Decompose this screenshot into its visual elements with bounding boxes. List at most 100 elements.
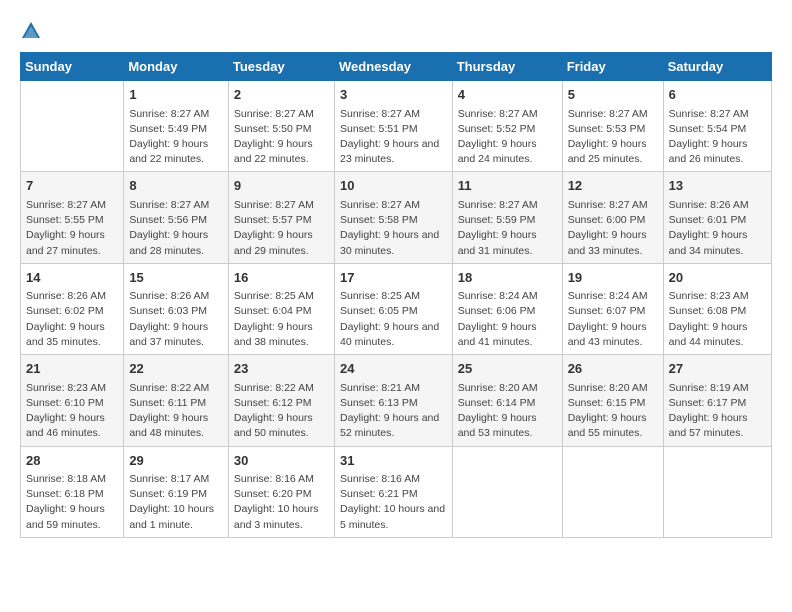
cell-content: Sunrise: 8:16 AMSunset: 6:20 PMDaylight:… [234,472,329,533]
day-number: 11 [458,176,557,196]
cell-content: Sunrise: 8:18 AMSunset: 6:18 PMDaylight:… [26,472,118,533]
week-row-4: 21Sunrise: 8:23 AMSunset: 6:10 PMDayligh… [21,355,772,446]
weekday-header-saturday: Saturday [663,53,771,81]
calendar-cell: 23Sunrise: 8:22 AMSunset: 6:12 PMDayligh… [228,355,334,446]
day-number: 1 [129,85,223,105]
cell-content: Sunrise: 8:26 AMSunset: 6:03 PMDaylight:… [129,289,223,350]
cell-content: Sunrise: 8:20 AMSunset: 6:14 PMDaylight:… [458,381,557,442]
cell-content: Sunrise: 8:20 AMSunset: 6:15 PMDaylight:… [568,381,658,442]
week-row-2: 7Sunrise: 8:27 AMSunset: 5:55 PMDaylight… [21,172,772,263]
day-number: 4 [458,85,557,105]
calendar-cell: 5Sunrise: 8:27 AMSunset: 5:53 PMDaylight… [562,81,663,172]
logo [20,20,46,42]
calendar-cell: 13Sunrise: 8:26 AMSunset: 6:01 PMDayligh… [663,172,771,263]
cell-content: Sunrise: 8:27 AMSunset: 5:52 PMDaylight:… [458,107,557,168]
day-number: 25 [458,359,557,379]
day-number: 18 [458,268,557,288]
day-number: 26 [568,359,658,379]
cell-content: Sunrise: 8:27 AMSunset: 5:58 PMDaylight:… [340,198,447,259]
day-number: 12 [568,176,658,196]
calendar-cell: 3Sunrise: 8:27 AMSunset: 5:51 PMDaylight… [334,81,452,172]
day-number: 7 [26,176,118,196]
calendar-cell: 21Sunrise: 8:23 AMSunset: 6:10 PMDayligh… [21,355,124,446]
day-number: 8 [129,176,223,196]
cell-content: Sunrise: 8:19 AMSunset: 6:17 PMDaylight:… [669,381,766,442]
calendar-cell: 18Sunrise: 8:24 AMSunset: 6:06 PMDayligh… [452,263,562,354]
cell-content: Sunrise: 8:27 AMSunset: 5:59 PMDaylight:… [458,198,557,259]
cell-content: Sunrise: 8:27 AMSunset: 5:57 PMDaylight:… [234,198,329,259]
cell-content: Sunrise: 8:26 AMSunset: 6:02 PMDaylight:… [26,289,118,350]
day-number: 10 [340,176,447,196]
calendar-cell: 25Sunrise: 8:20 AMSunset: 6:14 PMDayligh… [452,355,562,446]
weekday-header-friday: Friday [562,53,663,81]
calendar-cell: 2Sunrise: 8:27 AMSunset: 5:50 PMDaylight… [228,81,334,172]
weekday-header-monday: Monday [124,53,229,81]
calendar-cell: 17Sunrise: 8:25 AMSunset: 6:05 PMDayligh… [334,263,452,354]
calendar-cell [21,81,124,172]
cell-content: Sunrise: 8:23 AMSunset: 6:08 PMDaylight:… [669,289,766,350]
calendar-cell: 15Sunrise: 8:26 AMSunset: 6:03 PMDayligh… [124,263,229,354]
day-number: 22 [129,359,223,379]
day-number: 21 [26,359,118,379]
cell-content: Sunrise: 8:24 AMSunset: 6:07 PMDaylight:… [568,289,658,350]
cell-content: Sunrise: 8:27 AMSunset: 6:00 PMDaylight:… [568,198,658,259]
calendar-cell: 11Sunrise: 8:27 AMSunset: 5:59 PMDayligh… [452,172,562,263]
weekday-header-sunday: Sunday [21,53,124,81]
cell-content: Sunrise: 8:27 AMSunset: 5:56 PMDaylight:… [129,198,223,259]
calendar-cell: 26Sunrise: 8:20 AMSunset: 6:15 PMDayligh… [562,355,663,446]
day-number: 3 [340,85,447,105]
week-row-5: 28Sunrise: 8:18 AMSunset: 6:18 PMDayligh… [21,446,772,537]
day-number: 17 [340,268,447,288]
cell-content: Sunrise: 8:22 AMSunset: 6:12 PMDaylight:… [234,381,329,442]
cell-content: Sunrise: 8:16 AMSunset: 6:21 PMDaylight:… [340,472,447,533]
calendar-cell: 28Sunrise: 8:18 AMSunset: 6:18 PMDayligh… [21,446,124,537]
day-number: 19 [568,268,658,288]
day-number: 30 [234,451,329,471]
day-number: 2 [234,85,329,105]
calendar-cell: 30Sunrise: 8:16 AMSunset: 6:20 PMDayligh… [228,446,334,537]
day-number: 27 [669,359,766,379]
header [20,20,772,42]
calendar-cell: 9Sunrise: 8:27 AMSunset: 5:57 PMDaylight… [228,172,334,263]
day-number: 9 [234,176,329,196]
calendar-cell: 16Sunrise: 8:25 AMSunset: 6:04 PMDayligh… [228,263,334,354]
cell-content: Sunrise: 8:27 AMSunset: 5:55 PMDaylight:… [26,198,118,259]
calendar-cell: 19Sunrise: 8:24 AMSunset: 6:07 PMDayligh… [562,263,663,354]
calendar-cell: 20Sunrise: 8:23 AMSunset: 6:08 PMDayligh… [663,263,771,354]
calendar-table: SundayMondayTuesdayWednesdayThursdayFrid… [20,52,772,538]
week-row-3: 14Sunrise: 8:26 AMSunset: 6:02 PMDayligh… [21,263,772,354]
day-number: 24 [340,359,447,379]
week-row-1: 1Sunrise: 8:27 AMSunset: 5:49 PMDaylight… [21,81,772,172]
cell-content: Sunrise: 8:27 AMSunset: 5:53 PMDaylight:… [568,107,658,168]
cell-content: Sunrise: 8:27 AMSunset: 5:54 PMDaylight:… [669,107,766,168]
cell-content: Sunrise: 8:25 AMSunset: 6:04 PMDaylight:… [234,289,329,350]
day-number: 14 [26,268,118,288]
cell-content: Sunrise: 8:26 AMSunset: 6:01 PMDaylight:… [669,198,766,259]
day-number: 16 [234,268,329,288]
cell-content: Sunrise: 8:17 AMSunset: 6:19 PMDaylight:… [129,472,223,533]
calendar-cell [663,446,771,537]
day-number: 13 [669,176,766,196]
weekday-header-thursday: Thursday [452,53,562,81]
day-number: 28 [26,451,118,471]
cell-content: Sunrise: 8:25 AMSunset: 6:05 PMDaylight:… [340,289,447,350]
cell-content: Sunrise: 8:27 AMSunset: 5:51 PMDaylight:… [340,107,447,168]
logo-icon [20,20,42,42]
cell-content: Sunrise: 8:23 AMSunset: 6:10 PMDaylight:… [26,381,118,442]
calendar-cell: 29Sunrise: 8:17 AMSunset: 6:19 PMDayligh… [124,446,229,537]
weekday-header-wednesday: Wednesday [334,53,452,81]
day-number: 5 [568,85,658,105]
weekday-header-tuesday: Tuesday [228,53,334,81]
calendar-cell [562,446,663,537]
cell-content: Sunrise: 8:21 AMSunset: 6:13 PMDaylight:… [340,381,447,442]
day-number: 6 [669,85,766,105]
calendar-cell: 22Sunrise: 8:22 AMSunset: 6:11 PMDayligh… [124,355,229,446]
calendar-cell: 10Sunrise: 8:27 AMSunset: 5:58 PMDayligh… [334,172,452,263]
day-number: 31 [340,451,447,471]
calendar-cell: 8Sunrise: 8:27 AMSunset: 5:56 PMDaylight… [124,172,229,263]
calendar-cell: 12Sunrise: 8:27 AMSunset: 6:00 PMDayligh… [562,172,663,263]
calendar-cell: 24Sunrise: 8:21 AMSunset: 6:13 PMDayligh… [334,355,452,446]
weekday-header-row: SundayMondayTuesdayWednesdayThursdayFrid… [21,53,772,81]
day-number: 23 [234,359,329,379]
calendar-cell: 31Sunrise: 8:16 AMSunset: 6:21 PMDayligh… [334,446,452,537]
